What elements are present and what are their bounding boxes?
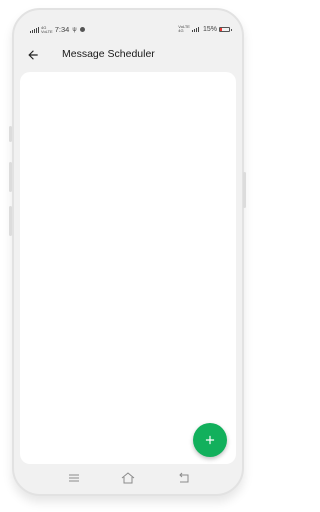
home-button[interactable]	[120, 470, 136, 486]
page-title: Message Scheduler	[62, 48, 155, 60]
menu-icon	[69, 474, 79, 482]
app-bar: Message Scheduler	[26, 44, 236, 66]
plus-icon	[205, 435, 215, 445]
network-type-right: VoLTE 4G	[178, 24, 190, 33]
power-button	[243, 172, 246, 208]
arrow-left-icon	[28, 50, 38, 60]
home-icon	[121, 472, 135, 484]
signal-icon	[30, 26, 39, 33]
scheduled-messages-list	[20, 72, 236, 464]
status-left: 4G VoLTE 7:34 ψ	[30, 25, 85, 34]
system-nav-bar	[40, 470, 216, 486]
status-time: 7:34	[54, 25, 70, 34]
battery-icon	[219, 26, 232, 32]
back-button[interactable]	[26, 44, 44, 66]
whatsapp-notification-icon	[79, 27, 85, 32]
screen: 4G VoLTE 7:34 ψ VoLTE 4G 15% Message Sched…	[0, 0, 256, 512]
network-type-left: 4G VoLTE	[41, 24, 53, 34]
back-nav-button[interactable]	[176, 470, 192, 486]
volume-down-button	[9, 162, 12, 192]
usb-icon: ψ	[72, 26, 77, 33]
signal-icon	[191, 26, 199, 32]
bixby-button	[9, 206, 12, 236]
recent-apps-button[interactable]	[66, 470, 82, 486]
add-schedule-button[interactable]	[193, 423, 227, 457]
status-bar: 4G VoLTE 7:34 ψ VoLTE 4G 15%	[30, 24, 232, 36]
volume-up-button	[9, 126, 12, 142]
status-right: VoLTE 4G 15%	[178, 24, 232, 33]
battery-percent: 15%	[202, 25, 217, 33]
back-nav-icon	[179, 472, 189, 483]
